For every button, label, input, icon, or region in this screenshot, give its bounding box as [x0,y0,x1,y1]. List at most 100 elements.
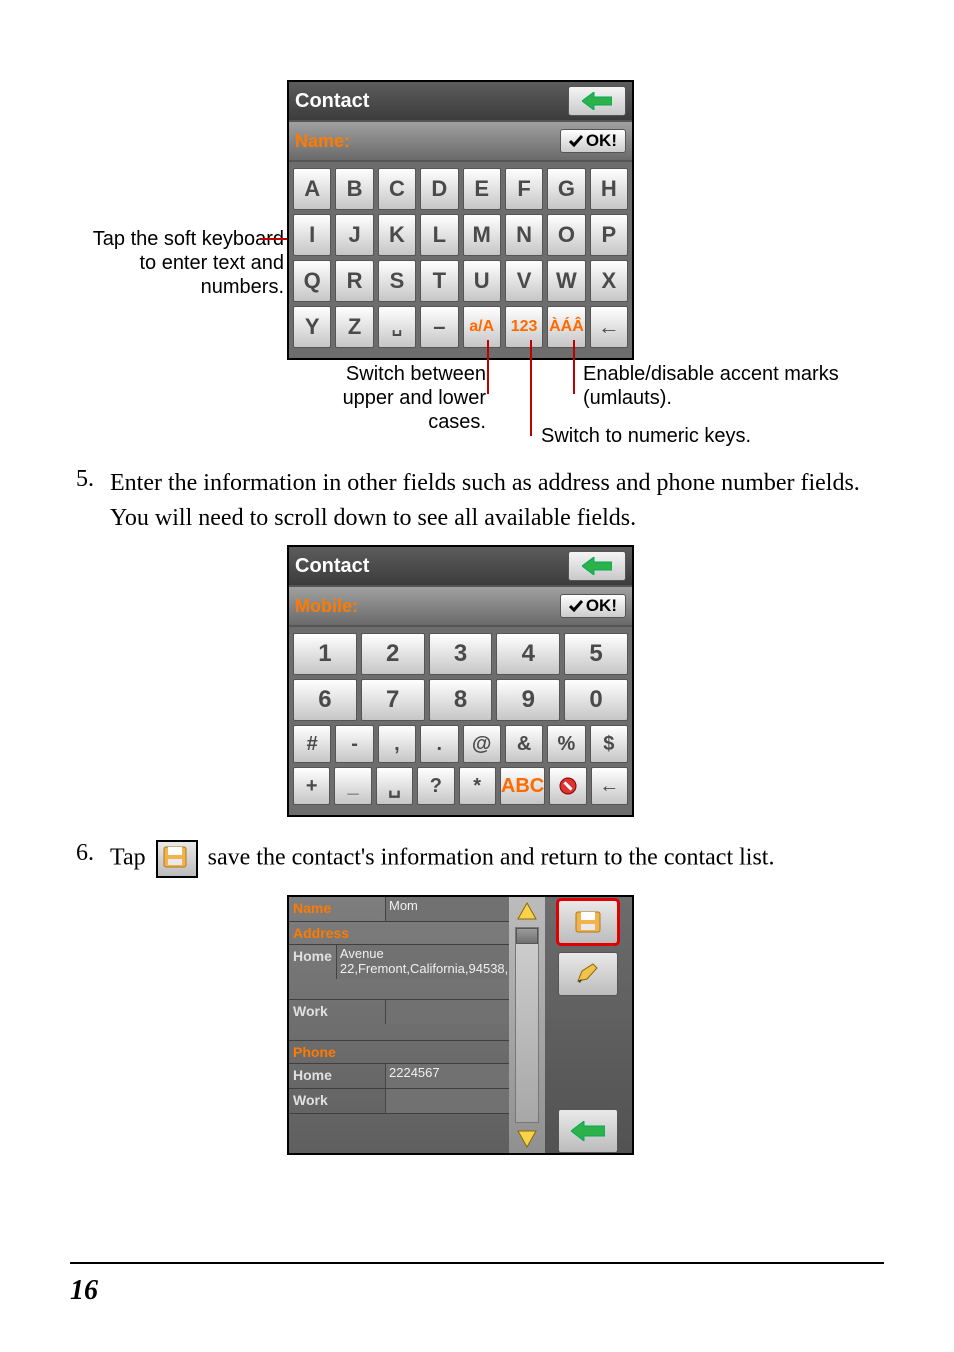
address-label: Address [289,922,509,944]
key-i[interactable]: I [293,214,331,256]
key-at[interactable]: @ [463,725,501,763]
key-underscore[interactable]: _ [334,767,371,805]
key-m[interactable]: M [463,214,501,256]
key-h[interactable]: H [590,168,628,210]
key-space[interactable]: ␣ [376,767,413,805]
key-o[interactable]: O [547,214,585,256]
key-r[interactable]: R [335,260,373,302]
key-e[interactable]: E [463,168,501,210]
phone-work-value[interactable] [385,1089,509,1113]
key-case-toggle[interactable]: a/A [463,306,501,348]
key-l[interactable]: L [420,214,458,256]
key-s[interactable]: S [378,260,416,302]
key-6[interactable]: 6 [293,679,357,721]
key-0[interactable]: 0 [564,679,628,721]
key-period[interactable]: . [420,725,458,763]
tap-post: save the contact's information and retur… [208,845,775,871]
key-8[interactable]: 8 [429,679,493,721]
key-accent-toggle[interactable]: ÀÁÂ [547,306,585,348]
callout-numeric: Switch to numeric keys. [541,424,801,448]
field-label: Mobile: [295,596,560,617]
edit-button[interactable] [558,952,618,996]
back-button[interactable] [568,551,626,581]
name-value[interactable]: Mom [385,897,509,921]
key-backspace[interactable]: ← [591,767,628,805]
step-number-5: 5. [76,466,94,493]
key-a[interactable]: A [293,168,331,210]
phone-label: Phone [289,1041,509,1063]
key-w[interactable]: W [547,260,585,302]
key-9[interactable]: 9 [496,679,560,721]
key-1[interactable]: 1 [293,633,357,675]
page-number: 16 [70,1275,98,1307]
key-c[interactable]: C [378,168,416,210]
key-7[interactable]: 7 [361,679,425,721]
key-dash[interactable]: – [420,306,458,348]
key-v[interactable]: V [505,260,543,302]
key-numeric-toggle[interactable]: 123 [505,306,543,348]
key-b[interactable]: B [335,168,373,210]
window-title: Contact [295,555,568,578]
key-3[interactable]: 3 [429,633,493,675]
ok-label: OK! [586,596,617,616]
key-f[interactable]: F [505,168,543,210]
key-n[interactable]: N [505,214,543,256]
key-star[interactable]: * [459,767,496,805]
back-button[interactable] [558,1109,618,1153]
key-amp[interactable]: & [505,725,543,763]
footer-divider [70,1262,884,1264]
scroll-track[interactable] [515,927,539,1123]
key-x[interactable]: X [590,260,628,302]
field-bar: Mobile: OK! [289,585,632,627]
tap-pre: Tap [110,845,146,871]
phone-work-label: Work [289,1089,385,1111]
save-button[interactable] [558,900,618,944]
key-u[interactable]: U [463,260,501,302]
ok-button[interactable]: OK! [560,129,626,153]
field-bar: Name: OK! [289,120,632,162]
key-percent[interactable]: % [547,725,585,763]
key-2[interactable]: 2 [361,633,425,675]
key-g[interactable]: G [547,168,585,210]
key-p[interactable]: P [590,214,628,256]
key-y[interactable]: Y [293,306,331,348]
scrollbar[interactable] [509,897,545,1153]
key-k[interactable]: K [378,214,416,256]
key-hash[interactable]: # [293,725,331,763]
scroll-down-icon[interactable] [516,1129,538,1149]
addr-home-value[interactable]: Avenue 22,Fremont,California,94538,USA [336,945,538,979]
contact-fields: NameMom Address HomeAvenue 22,Fremont,Ca… [289,897,509,1153]
key-j[interactable]: J [335,214,373,256]
callout-line [573,340,575,394]
key-comma[interactable]: , [378,725,416,763]
ok-button[interactable]: OK! [560,594,626,618]
addr-work-label: Work [289,1000,385,1022]
scroll-up-icon[interactable] [516,901,538,921]
phone-home-value[interactable]: 2224567 [385,1064,509,1088]
side-toolbar [545,897,632,1153]
addr-work-value[interactable] [385,1000,509,1024]
key-q[interactable]: Q [293,260,331,302]
device-contact-name: Contact Name: OK! A B C D E F G H I J K … [287,80,634,360]
key-cancel[interactable] [549,767,586,805]
key-5[interactable]: 5 [564,633,628,675]
key-backspace[interactable]: ← [590,306,628,348]
key-z[interactable]: Z [335,306,373,348]
device-contact-details: NameMom Address HomeAvenue 22,Fremont,Ca… [287,895,634,1155]
callout-line [530,340,532,436]
key-plus[interactable]: + [293,767,330,805]
title-bar: Contact [289,82,632,120]
scroll-thumb[interactable] [516,928,538,944]
key-d[interactable]: D [420,168,458,210]
key-dollar[interactable]: $ [590,725,628,763]
key-question[interactable]: ? [417,767,454,805]
key-t[interactable]: T [420,260,458,302]
step-5-text: Enter the information in other fields su… [110,466,870,536]
key-4[interactable]: 4 [496,633,560,675]
callout-case: Switch between upper and lower cases. [306,362,486,434]
phone-home-label: Home [289,1064,385,1086]
key-space[interactable]: ␣ [378,306,416,348]
key-minus[interactable]: - [335,725,373,763]
key-abc-toggle[interactable]: ABC [500,767,545,805]
back-button[interactable] [568,86,626,116]
